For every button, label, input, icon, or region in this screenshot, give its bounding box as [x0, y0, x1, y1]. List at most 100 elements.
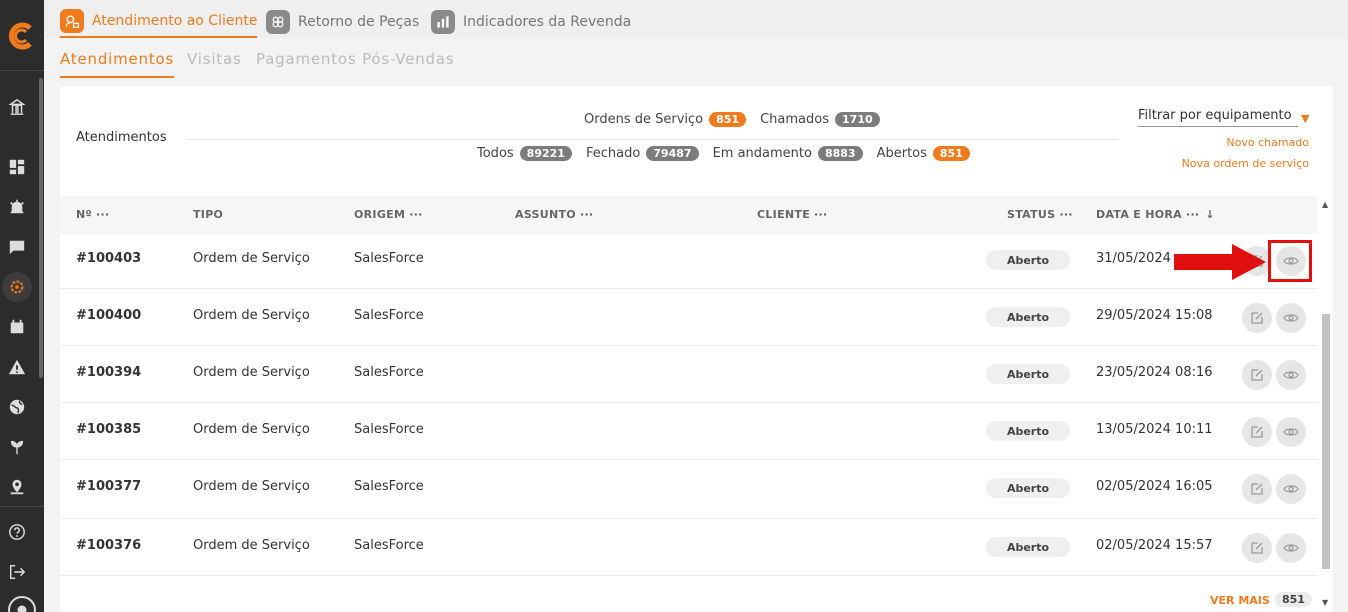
- top-tab-bar: Atendimento ao Cliente Retorno de Peças …: [44, 0, 1348, 38]
- dashboard-icon[interactable]: [6, 156, 28, 178]
- stat-label[interactable]: Todos: [477, 146, 514, 161]
- status-badge: Aberto: [986, 250, 1070, 270]
- column-client[interactable]: CLIENTE ···: [757, 208, 827, 221]
- edit-button[interactable]: [1242, 360, 1272, 390]
- globe-icon[interactable]: [6, 396, 28, 418]
- column-label: ASSUNTO: [515, 208, 576, 221]
- edit-icon: [1251, 369, 1263, 381]
- sidebar-scrollbar[interactable]: [39, 78, 43, 378]
- column-subject[interactable]: ASSUNTO ···: [515, 208, 593, 221]
- column-menu-icon[interactable]: ···: [409, 208, 422, 221]
- table-row[interactable]: #100377 Ordem de Serviço SalesForce Aber…: [60, 460, 1318, 519]
- edit-icon: [1251, 483, 1263, 495]
- view-button[interactable]: [1276, 533, 1306, 563]
- column-number[interactable]: Nº ···: [76, 208, 109, 221]
- column-label: Nº: [76, 208, 93, 221]
- calendar-icon[interactable]: [6, 316, 28, 338]
- new-order-link[interactable]: Nova ordem de serviço: [1182, 157, 1309, 170]
- row-origin: SalesForce: [354, 251, 424, 266]
- eye-icon: [1283, 544, 1299, 552]
- subtab-visitas[interactable]: Visitas: [187, 50, 242, 78]
- eye-icon: [1283, 428, 1299, 436]
- atendimentos-panel: Atendimentos Ordens de Serviço 851 Chama…: [60, 86, 1333, 612]
- eye-icon: [1283, 485, 1299, 493]
- alarm-icon[interactable]: [6, 196, 28, 218]
- logo-icon[interactable]: [6, 20, 38, 52]
- warning-icon[interactable]: [6, 356, 28, 378]
- map-pin-icon[interactable]: [6, 476, 28, 498]
- column-menu-icon[interactable]: ···: [580, 208, 593, 221]
- column-menu-icon[interactable]: ···: [96, 208, 109, 221]
- row-origin: SalesForce: [354, 365, 424, 380]
- edit-icon: [1251, 312, 1263, 324]
- table-row[interactable]: #100394 Ordem de Serviço SalesForce Aber…: [60, 346, 1318, 403]
- subtab-pagamentos[interactable]: Pagamentos Pós-Vendas: [256, 50, 454, 78]
- edit-button[interactable]: [1242, 303, 1272, 333]
- row-datetime: 31/05/2024: [1096, 251, 1171, 266]
- gear-service-icon[interactable]: [2, 272, 32, 302]
- scroll-up-icon[interactable]: ▲: [1322, 200, 1328, 209]
- column-origin[interactable]: ORIGEM ···: [354, 208, 423, 221]
- sidebar-divider: [0, 70, 44, 71]
- user-icon[interactable]: [8, 596, 36, 612]
- chevron-down-icon[interactable]: ▼: [1301, 112, 1309, 125]
- table-row[interactable]: #100403 Ordem de Serviço SalesForce Aber…: [60, 234, 1318, 289]
- view-button[interactable]: [1276, 360, 1306, 390]
- status-badge: Aberto: [986, 307, 1070, 327]
- edit-button[interactable]: [1242, 533, 1272, 563]
- sort-desc-icon[interactable]: ↓: [1205, 208, 1215, 221]
- scrollbar-thumb[interactable]: [1322, 314, 1330, 569]
- column-status[interactable]: STATUS ···: [1007, 208, 1073, 221]
- column-menu-icon[interactable]: ···: [1059, 208, 1072, 221]
- column-type[interactable]: TIPO: [193, 208, 223, 221]
- stat-label[interactable]: Ordens de Serviço: [584, 112, 703, 127]
- row-number[interactable]: #100385: [76, 422, 141, 437]
- view-button[interactable]: [1276, 303, 1306, 333]
- plant-icon[interactable]: [6, 436, 28, 458]
- column-label: ORIGEM: [354, 208, 406, 221]
- row-number[interactable]: #100400: [76, 308, 141, 323]
- stat-badge: 851: [932, 146, 970, 161]
- building-icon[interactable]: [6, 96, 28, 118]
- tab-retorno-pecas[interactable]: Retorno de Peças: [266, 6, 419, 38]
- equipment-filter[interactable]: Filtrar por equipamento: [1138, 108, 1298, 127]
- stat-badge: 1710: [835, 112, 880, 127]
- column-menu-icon[interactable]: ···: [814, 208, 827, 221]
- subtab-atendimentos[interactable]: Atendimentos: [60, 50, 175, 78]
- table-row[interactable]: #100376 Ordem de Serviço SalesForce Aber…: [60, 519, 1318, 576]
- sidebar-divider: [0, 506, 44, 507]
- stat-label[interactable]: Em andamento: [713, 146, 812, 161]
- column-menu-icon[interactable]: ···: [1186, 208, 1199, 221]
- new-ticket-link[interactable]: Novo chamado: [1226, 136, 1309, 149]
- row-number[interactable]: #100376: [76, 538, 141, 553]
- logout-icon[interactable]: [6, 561, 28, 583]
- scroll-down-icon[interactable]: ▼: [1322, 598, 1328, 607]
- chat-icon[interactable]: [6, 236, 28, 258]
- panel-divider: [188, 139, 1118, 140]
- edit-icon: [1251, 542, 1263, 554]
- row-type: Ordem de Serviço: [193, 538, 310, 553]
- see-more-link[interactable]: VER MAIS: [1210, 594, 1270, 607]
- row-datetime: 02/05/2024 15:57: [1096, 538, 1213, 553]
- edit-button[interactable]: [1242, 474, 1272, 504]
- table-header: Nº ··· TIPO ORIGEM ··· ASSUNTO ··· CLIENTE ·…: [60, 196, 1318, 234]
- edit-button[interactable]: [1242, 417, 1272, 447]
- status-badge: Aberto: [986, 421, 1070, 441]
- stat-label[interactable]: Abertos: [877, 146, 927, 161]
- tab-indicadores-revenda[interactable]: Indicadores da Revenda: [431, 6, 631, 38]
- view-button[interactable]: [1276, 474, 1306, 504]
- column-datetime[interactable]: DATA E HORA ··· ↓: [1096, 208, 1215, 221]
- table-row[interactable]: #100385 Ordem de Serviço SalesForce Aber…: [60, 403, 1318, 460]
- table-row[interactable]: #100400 Ordem de Serviço SalesForce Aber…: [60, 289, 1318, 346]
- column-label: STATUS: [1007, 208, 1056, 221]
- tab-atendimento-cliente[interactable]: Atendimento ao Cliente: [60, 6, 258, 38]
- help-icon[interactable]: [6, 521, 28, 543]
- row-number[interactable]: #100377: [76, 479, 141, 494]
- stat-label[interactable]: Chamados: [760, 112, 829, 127]
- column-label: CLIENTE: [757, 208, 811, 221]
- row-number[interactable]: #100394: [76, 365, 141, 380]
- table-scrollbar[interactable]: ▲ ▼: [1320, 196, 1332, 612]
- view-button[interactable]: [1276, 417, 1306, 447]
- row-number[interactable]: #100403: [76, 251, 141, 266]
- stat-label[interactable]: Fechado: [586, 146, 640, 161]
